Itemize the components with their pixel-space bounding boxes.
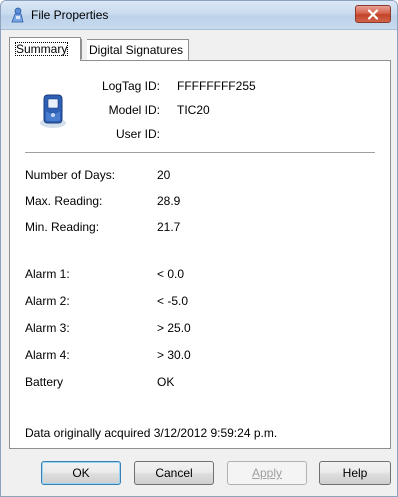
window-title: File Properties [31, 8, 109, 22]
max-reading-label: Max. Reading: [25, 194, 103, 208]
alarm-1-label: Alarm 1: [25, 267, 70, 281]
title-bar[interactable]: File Properties [1, 1, 397, 30]
apply-button[interactable]: Apply [227, 461, 307, 485]
alarm-3-label: Alarm 3: [25, 321, 70, 335]
acquired-note: Data originally acquired 3/12/2012 9:59:… [25, 426, 278, 440]
battery-label: Battery [25, 375, 64, 389]
model-id-value: TIC20 [177, 103, 210, 117]
tab-summary[interactable]: Summary [9, 37, 81, 61]
battery-value: OK [157, 375, 175, 389]
divider-top [25, 152, 375, 153]
logtag-id-label: LogTag ID: [101, 79, 160, 93]
days-label: Number of Days: [25, 168, 116, 182]
help-button[interactable]: Help [319, 461, 391, 485]
apply-button-label: Apply [251, 466, 283, 480]
alarm-4-value: > 30.0 [157, 348, 191, 362]
min-reading-value: 21.7 [157, 220, 181, 234]
summary-panel: LogTag ID: FFFFFFFF255 Model ID: TIC20 U… [9, 60, 391, 449]
logtag-app-icon [9, 7, 25, 23]
tab-digital-signatures[interactable]: Digital Signatures [87, 39, 190, 61]
close-icon [367, 9, 379, 20]
alarm-3-value: > 25.0 [157, 321, 191, 335]
tab-separator [81, 39, 82, 59]
days-value: 20 [157, 168, 171, 182]
tab-summary-label: Summary [15, 42, 69, 56]
logtag-id-value: FFFFFFFF255 [177, 79, 256, 93]
close-button[interactable] [355, 5, 391, 23]
max-reading-value: 28.9 [157, 194, 181, 208]
alarm-4-label: Alarm 4: [25, 348, 70, 362]
alarm-2-label: Alarm 2: [25, 294, 70, 308]
alarm-2-value: < -5.0 [157, 294, 189, 308]
alarm-1-value: < 0.0 [157, 267, 185, 281]
cancel-button[interactable]: Cancel [134, 461, 214, 485]
model-id-label: Model ID: [108, 103, 160, 117]
logtag-device-icon [38, 93, 68, 129]
file-properties-dialog: File Properties Summary Digital Signatur… [0, 0, 398, 497]
user-id-label: User ID: [115, 127, 160, 141]
min-reading-label: Min. Reading: [25, 220, 100, 234]
ok-button[interactable]: OK [41, 461, 121, 485]
tab-digital-signatures-label: Digital Signatures [89, 43, 184, 57]
